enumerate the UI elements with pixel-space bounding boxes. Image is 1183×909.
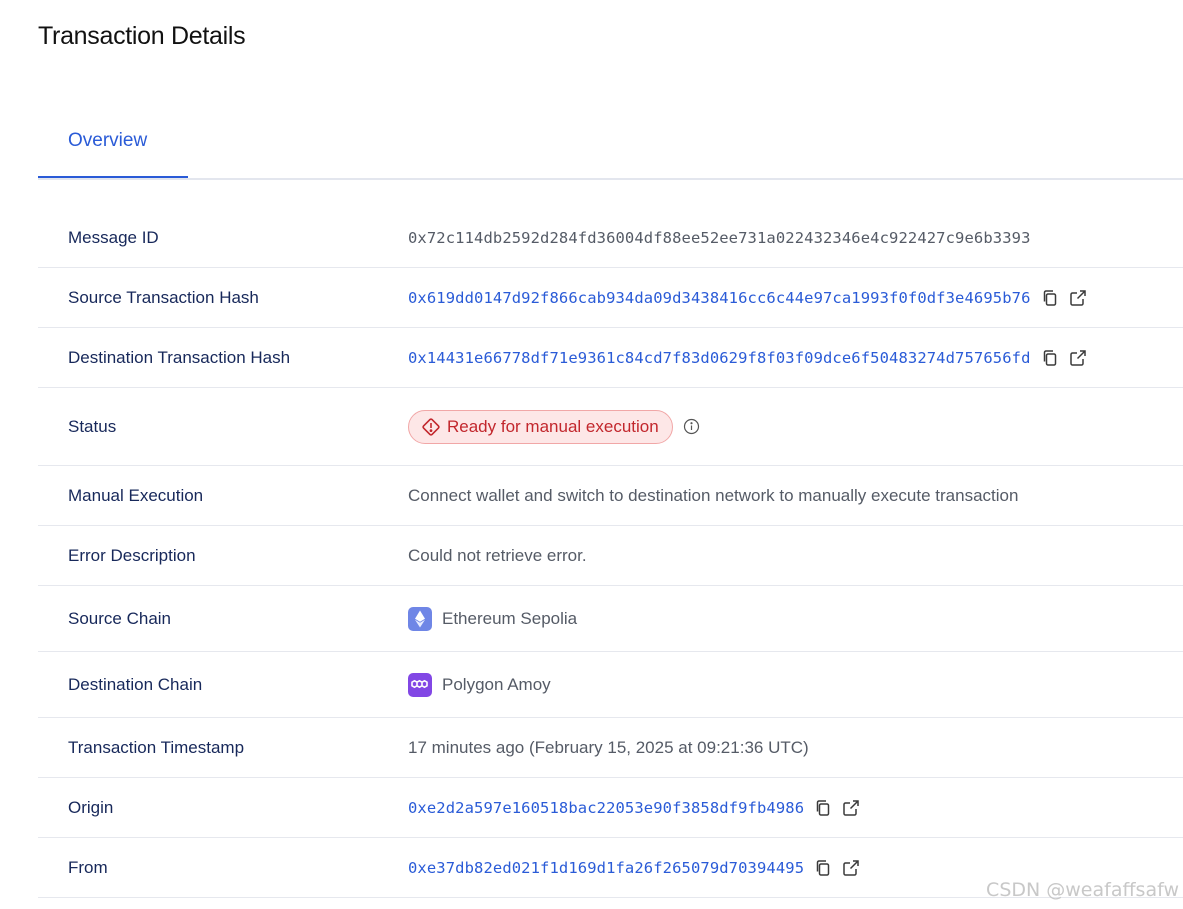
ethereum-logo-icon: [408, 606, 432, 631]
message-id-label: Message ID: [68, 227, 159, 247]
origin-value: 0xe2d2a597e160518bac22053e90f3858df9fb49…: [408, 799, 860, 817]
manual-execution-text: Connect wallet and switch to destination…: [408, 485, 1019, 505]
tab-overview[interactable]: Overview: [38, 110, 188, 178]
status-label: Status: [68, 416, 117, 436]
source-tx-hash-link[interactable]: 0x619dd0147d92f866cab934da09d3438416cc6c…: [408, 289, 1031, 307]
status-value: Ready for manual execution: [408, 409, 700, 444]
polygon-logo-icon: [408, 672, 432, 697]
external-link-icon[interactable]: [1069, 289, 1087, 307]
external-link-icon[interactable]: [1069, 349, 1087, 367]
source-tx-hash-label: Source Transaction Hash: [68, 287, 259, 307]
page-title: Transaction Details: [38, 22, 246, 50]
message-id-value: 0x72c114db2592d284fd36004df88ee52ee731a0…: [408, 229, 1031, 247]
row-destination-tx-hash: Destination Transaction Hash 0x14431e667…: [38, 328, 1183, 388]
row-source-chain: Source Chain Ethereum Sepolia: [38, 586, 1183, 652]
warning-diamond-icon: [421, 417, 441, 437]
transaction-timestamp-label: Transaction Timestamp: [68, 737, 245, 757]
row-destination-chain: Destination Chain Polygon Amoy: [38, 652, 1183, 718]
copy-icon[interactable]: [1041, 289, 1059, 307]
destination-tx-hash-link[interactable]: 0x14431e66778df71e9361c84cd7f83d0629f8f0…: [408, 349, 1031, 367]
row-message-id: Message ID 0x72c114db2592d284fd36004df88…: [38, 208, 1183, 268]
row-status: Status Ready for manual execution: [38, 388, 1183, 466]
destination-chain-value: Polygon Amoy: [408, 672, 551, 697]
row-error-description: Error Description Could not retrieve err…: [38, 526, 1183, 586]
external-link-icon[interactable]: [842, 799, 860, 817]
message-id-text: 0x72c114db2592d284fd36004df88ee52ee731a0…: [408, 228, 1031, 247]
manual-execution-label: Manual Execution: [68, 485, 204, 505]
watermark: CSDN @weafaffsafw: [986, 879, 1179, 901]
source-chain-value: Ethereum Sepolia: [408, 606, 578, 631]
info-icon[interactable]: [683, 418, 700, 435]
origin-address-link[interactable]: 0xe2d2a597e160518bac22053e90f3858df9fb49…: [408, 799, 804, 817]
manual-execution-value: Connect wallet and switch to destination…: [408, 486, 1018, 506]
error-description-value: Could not retrieve error.: [408, 546, 587, 566]
source-tx-hash-value: 0x619dd0147d92f866cab934da09d3438416cc6c…: [408, 289, 1087, 307]
status-badge-text: Ready for manual execution: [447, 416, 659, 436]
from-value: 0xe37db82ed021f1d169d1fa26f265079d703944…: [408, 859, 860, 877]
row-manual-execution: Manual Execution Connect wallet and swit…: [38, 466, 1183, 526]
destination-tx-hash-label: Destination Transaction Hash: [68, 347, 291, 367]
transaction-timestamp-text: 17 minutes ago (February 15, 2025 at 09:…: [408, 737, 809, 757]
from-address-link[interactable]: 0xe37db82ed021f1d169d1fa26f265079d703944…: [408, 859, 804, 877]
copy-icon[interactable]: [814, 859, 832, 877]
origin-label: Origin: [68, 797, 114, 817]
row-transaction-timestamp: Transaction Timestamp 17 minutes ago (Fe…: [38, 718, 1183, 778]
external-link-icon[interactable]: [842, 859, 860, 877]
destination-chain-text: Polygon Amoy: [442, 674, 551, 694]
source-chain-label: Source Chain: [68, 608, 172, 628]
error-description-label: Error Description: [68, 545, 196, 565]
row-origin: Origin 0xe2d2a597e160518bac22053e90f3858…: [38, 778, 1183, 838]
transaction-timestamp-value: 17 minutes ago (February 15, 2025 at 09:…: [408, 738, 809, 758]
destination-chain-label: Destination Chain: [68, 674, 203, 694]
from-label: From: [68, 857, 108, 877]
destination-tx-hash-value: 0x14431e66778df71e9361c84cd7f83d0629f8f0…: [408, 349, 1087, 367]
status-badge: Ready for manual execution: [408, 409, 673, 444]
transaction-details-table: Message ID 0x72c114db2592d284fd36004df88…: [38, 208, 1183, 898]
error-description-text: Could not retrieve error.: [408, 545, 587, 565]
tab-bar: Overview: [38, 110, 1183, 180]
row-source-tx-hash: Source Transaction Hash 0x619dd0147d92f8…: [38, 268, 1183, 328]
copy-icon[interactable]: [814, 799, 832, 817]
copy-icon[interactable]: [1041, 349, 1059, 367]
source-chain-text: Ethereum Sepolia: [442, 608, 578, 628]
